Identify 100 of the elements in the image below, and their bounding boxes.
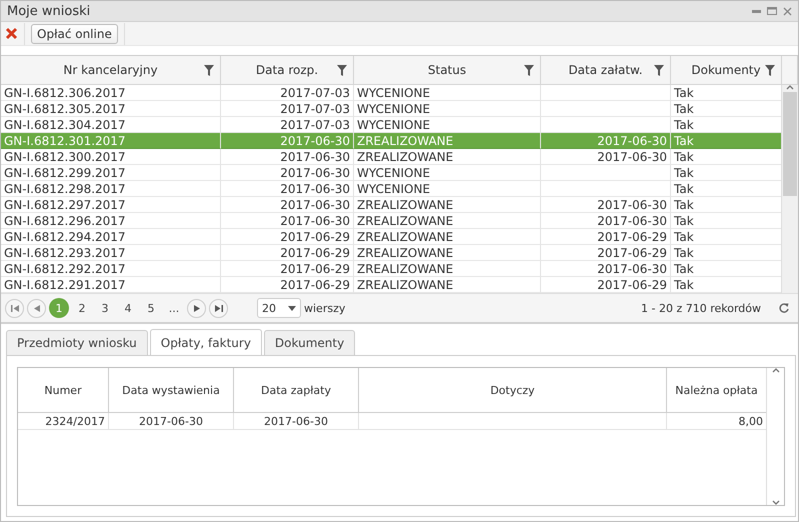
- dropdown-icon: [288, 306, 296, 310]
- table-cell: 2017-06-29: [221, 229, 354, 245]
- table-cell: 2017-06-29: [541, 277, 671, 293]
- filter-icon[interactable]: [204, 65, 214, 76]
- page-size-label: wierszy: [304, 302, 346, 314]
- table-cell: 2017-06-30: [234, 413, 359, 430]
- table-cell: Tak: [671, 245, 782, 261]
- table-cell: Tak: [671, 229, 782, 245]
- table-cell: Tak: [671, 165, 782, 181]
- column-header[interactable]: Status: [354, 56, 541, 85]
- table-cell: Tak: [671, 101, 782, 117]
- close-icon[interactable]: [783, 6, 792, 16]
- table-cell: 2017-06-30: [221, 197, 354, 213]
- table-cell: 2017-06-30: [541, 213, 671, 229]
- tab[interactable]: Dokumenty: [264, 330, 356, 356]
- previous-page-button[interactable]: [27, 298, 46, 318]
- column-header: Data wystawienia: [109, 368, 234, 413]
- table-cell: GN-I.6812.300.2017: [1, 149, 221, 165]
- table-cell: WYCENIONE: [354, 117, 541, 133]
- column-label: Dokumenty: [691, 63, 761, 77]
- scroll-up-icon[interactable]: [786, 85, 794, 90]
- table-cell: ZREALIZOWANE: [354, 261, 541, 277]
- table-cell: 2017-06-30: [541, 197, 671, 213]
- page-button[interactable]: ...: [164, 298, 184, 318]
- page-button[interactable]: 4: [118, 298, 138, 318]
- column-header[interactable]: Data załatw.: [541, 56, 671, 85]
- table-cell: ZREALIZOWANE: [354, 229, 541, 245]
- triangle-left-icon: [34, 304, 40, 312]
- table-cell: ZREALIZOWANE: [354, 213, 541, 229]
- table-cell: ZREALIZOWANE: [354, 197, 541, 213]
- minimize-icon[interactable]: [752, 9, 761, 13]
- table-cell: 2017-06-30: [541, 261, 671, 277]
- scroll-down-icon[interactable]: [772, 500, 780, 505]
- table-cell: Tak: [671, 213, 782, 229]
- table-cell: GN-I.6812.301.2017: [1, 133, 221, 149]
- table-cell: GN-I.6812.294.2017: [1, 229, 221, 245]
- table-cell: 2017-06-29: [541, 229, 671, 245]
- tab[interactable]: Opłaty, faktury: [150, 329, 262, 356]
- table-cell: 2017-06-29: [221, 277, 354, 293]
- last-page-button[interactable]: [209, 298, 228, 318]
- table-cell: 2017-06-30: [541, 149, 671, 165]
- table-cell: WYCENIONE: [354, 85, 541, 101]
- page-button[interactable]: 5: [141, 298, 161, 318]
- filter-icon[interactable]: [654, 65, 664, 76]
- table-cell: 2017-06-29: [541, 245, 671, 261]
- table-cell: 2017-07-03: [221, 85, 354, 101]
- table-cell: 8,00: [667, 413, 767, 430]
- table-cell: ZREALIZOWANE: [354, 245, 541, 261]
- table-cell: ZREALIZOWANE: [354, 277, 541, 293]
- filter-icon[interactable]: [765, 65, 775, 76]
- first-page-button[interactable]: [5, 298, 24, 318]
- window-title: Moje wnioski: [7, 4, 90, 18]
- table-cell: Tak: [671, 197, 782, 213]
- page-size-select[interactable]: 20: [257, 298, 301, 318]
- table-cell: ZREALIZOWANE: [354, 149, 541, 165]
- table-cell: 2017-06-29: [221, 245, 354, 261]
- table-cell: GN-I.6812.306.2017: [1, 85, 221, 101]
- table-cell: GN-I.6812.304.2017: [1, 117, 221, 133]
- pay-online-button[interactable]: Opłać online: [31, 24, 118, 44]
- column-header[interactable]: Data rozp.: [221, 56, 354, 85]
- table-cell: GN-I.6812.293.2017: [1, 245, 221, 261]
- filter-icon[interactable]: [337, 65, 347, 76]
- table-cell: Tak: [671, 277, 782, 293]
- filter-icon[interactable]: [524, 65, 534, 76]
- table-cell: WYCENIONE: [354, 101, 541, 117]
- table-cell: GN-I.6812.298.2017: [1, 181, 221, 197]
- scrollbar[interactable]: [781, 85, 798, 293]
- table-cell: 2017-06-30: [109, 413, 234, 430]
- table-cell: Tak: [671, 133, 782, 149]
- table-cell: 2017-06-30: [221, 133, 354, 149]
- table-cell: GN-I.6812.292.2017: [1, 261, 221, 277]
- page-button[interactable]: 2: [72, 298, 92, 318]
- column-header: Numer: [18, 368, 109, 413]
- table-cell: WYCENIONE: [354, 165, 541, 181]
- column-header[interactable]: Dokumenty: [671, 56, 782, 85]
- table-cell: 2017-06-30: [221, 165, 354, 181]
- table-cell: GN-I.6812.299.2017: [1, 165, 221, 181]
- scroll-up-icon[interactable]: [772, 368, 780, 373]
- table-cell: GN-I.6812.296.2017: [1, 213, 221, 229]
- table-cell: GN-I.6812.297.2017: [1, 197, 221, 213]
- maximize-icon[interactable]: [767, 7, 777, 15]
- table-cell: Tak: [671, 149, 782, 165]
- refresh-icon[interactable]: [778, 302, 790, 314]
- column-header[interactable]: Nr kancelaryjny: [1, 56, 221, 85]
- table-cell: Tak: [671, 85, 782, 101]
- table-cell: 2017-06-30: [221, 181, 354, 197]
- column-label: Status: [428, 63, 466, 77]
- table-cell: GN-I.6812.305.2017: [1, 101, 221, 117]
- close-icon[interactable]: [5, 27, 18, 40]
- table-cell: WYCENIONE: [354, 181, 541, 197]
- table-cell: 2017-07-03: [221, 117, 354, 133]
- page-button[interactable]: 3: [95, 298, 115, 318]
- table-cell: 2324/2017: [18, 413, 109, 430]
- skip-forward-icon: [214, 304, 222, 312]
- column-header: Należna opłata: [667, 368, 767, 413]
- tab[interactable]: Przedmioty wniosku: [6, 330, 148, 356]
- table-cell: 2017-06-30: [221, 213, 354, 229]
- next-page-button[interactable]: [187, 298, 206, 318]
- column-label: Data rozp.: [256, 63, 318, 77]
- triangle-right-icon: [194, 304, 200, 312]
